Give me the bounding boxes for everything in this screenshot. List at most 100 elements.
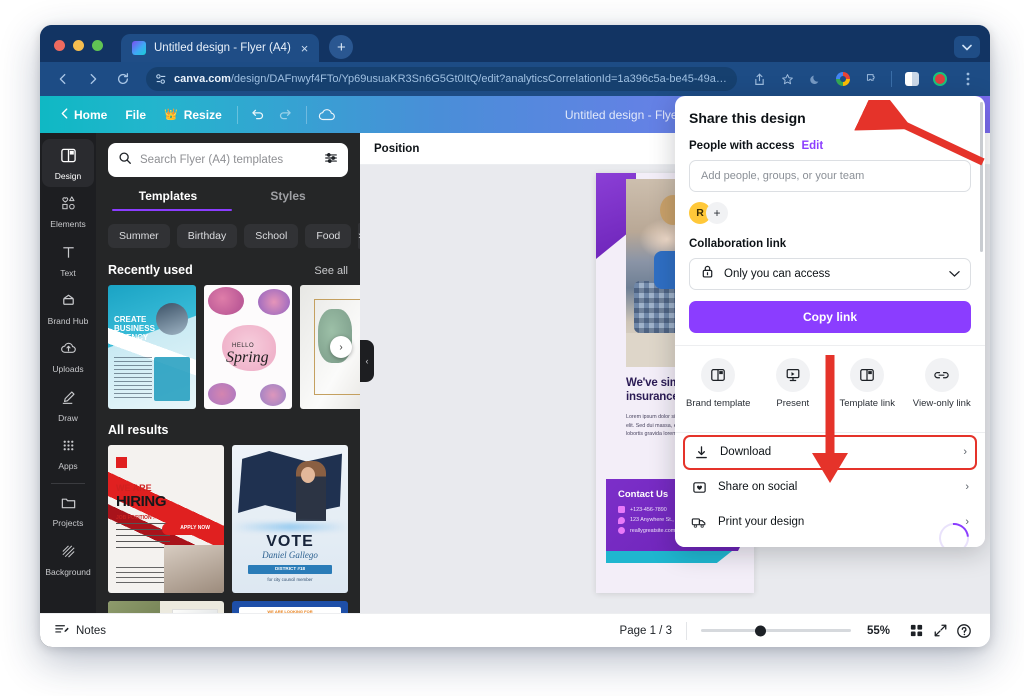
sidebar-item-uploads[interactable]: Uploads	[42, 332, 94, 380]
share-on-social-label: Share on social	[718, 481, 797, 493]
browser-tab-strip: Untitled design - Flyer (A4) × +	[40, 25, 990, 62]
screen-recorder-icon[interactable]	[928, 67, 952, 91]
brand-hub-icon	[60, 292, 77, 314]
fullscreen-icon[interactable]	[928, 619, 952, 643]
redo-icon[interactable]	[272, 102, 300, 128]
lock-icon	[700, 264, 715, 284]
access-level-select[interactable]: Only you can access	[689, 258, 971, 290]
people-with-access-header: People with access Edit	[689, 140, 971, 152]
home-button[interactable]: Home	[52, 103, 116, 127]
add-people-input[interactable]: Add people, groups, or your team	[689, 160, 971, 192]
location-pin-icon	[618, 517, 625, 524]
chip-school[interactable]: School	[244, 224, 298, 248]
browser-window: Untitled design - Flyer (A4) × +	[40, 25, 990, 647]
resize-label: Resize	[184, 108, 222, 122]
extension-moon-icon[interactable]	[803, 67, 827, 91]
site-settings-icon[interactable]	[155, 73, 167, 85]
maximize-window-button[interactable]	[92, 40, 103, 51]
forward-icon[interactable]	[80, 66, 106, 92]
quick-action-template-link[interactable]: Template link	[830, 358, 905, 410]
extension-chrome-icon[interactable]	[831, 67, 855, 91]
elements-icon	[60, 195, 77, 217]
chevron-down-icon[interactable]	[949, 265, 960, 283]
recently-used-header: Recently used See all	[108, 263, 348, 277]
templates-panel: Search Flyer (A4) templates Templates St…	[96, 133, 360, 647]
sidebar-item-apps[interactable]: Apps	[42, 429, 94, 477]
chip-summer[interactable]: Summer	[108, 224, 170, 248]
sidebar-item-brand-hub[interactable]: Brand Hub	[42, 284, 94, 332]
all-results-header: All results	[108, 423, 348, 437]
quick-action-label: View-only link	[913, 398, 971, 410]
search-input[interactable]: Search Flyer (A4) templates	[108, 143, 348, 177]
category-chips: Summer Birthday School Food ›	[108, 223, 348, 249]
file-menu-button[interactable]: File	[116, 103, 155, 127]
close-window-button[interactable]	[54, 40, 65, 51]
chip-birthday[interactable]: Birthday	[177, 224, 238, 248]
canva-favicon-icon	[132, 41, 146, 55]
resize-button[interactable]: 👑 Resize	[155, 103, 231, 127]
chevron-down-icon[interactable]	[954, 36, 980, 58]
notes-icon	[54, 622, 69, 640]
add-person-button[interactable]: +	[706, 202, 728, 224]
add-people-placeholder: Add people, groups, or your team	[701, 170, 864, 182]
quick-action-label: Template link	[840, 398, 895, 410]
url-domain: canva.com	[174, 73, 231, 85]
minimize-window-button[interactable]	[73, 40, 84, 51]
close-tab-icon[interactable]: ×	[299, 42, 311, 55]
download-row[interactable]: Download ›	[683, 435, 977, 470]
browser-menu-icon[interactable]	[956, 67, 980, 91]
undo-icon[interactable]	[244, 102, 272, 128]
quick-action-brand-template[interactable]: Brand template	[681, 358, 756, 410]
template-card-vote-daniel-gallego[interactable]: VOTE Daniel Gallego DISTRICT #18 for cit…	[232, 445, 348, 593]
new-tab-button[interactable]: +	[329, 35, 353, 59]
share-panel-title: Share this design	[689, 110, 971, 126]
sidebar-item-design[interactable]: Design	[42, 139, 94, 187]
template-card-we-are-hiring[interactable]: WE ARE HIRING JOB POSITION : APPLY NOW	[108, 445, 224, 593]
tab-templates[interactable]: Templates	[108, 189, 228, 211]
extensions-puzzle-icon[interactable]	[859, 67, 883, 91]
collapse-panel-handle[interactable]: ‹	[360, 340, 374, 382]
sidebar-label: Apps	[58, 462, 77, 471]
search-placeholder: Search Flyer (A4) templates	[140, 154, 316, 166]
template-thumb-hello-spring[interactable]: HELLO Spring	[204, 285, 292, 409]
notes-button[interactable]: Notes	[54, 622, 106, 640]
help-icon[interactable]	[952, 619, 976, 643]
present-icon	[776, 358, 810, 392]
chevron-left-icon	[61, 108, 68, 122]
sidebar-label: Uploads	[52, 365, 83, 374]
zoom-slider[interactable]	[701, 629, 851, 632]
back-icon[interactable]	[50, 66, 76, 92]
quick-action-view-only-link[interactable]: View-only link	[905, 358, 980, 410]
quick-action-present[interactable]: Present	[756, 358, 831, 410]
chip-food[interactable]: Food	[305, 224, 351, 248]
reading-pane-icon[interactable]	[900, 67, 924, 91]
address-bar[interactable]: canva.com/design/DAFnwyf4FTo/Yp69usuaKR3…	[146, 67, 737, 91]
template-thumb-create-business-agency[interactable]: CREATEBUSINESSAGENCY	[108, 285, 196, 409]
share-on-social-row[interactable]: Share on social ›	[683, 470, 977, 505]
zoom-value[interactable]: 55%	[867, 625, 890, 637]
sidebar-item-background[interactable]: Background	[42, 535, 94, 583]
see-all-link[interactable]: See all	[314, 265, 348, 277]
quick-action-label: Present	[776, 398, 809, 410]
thumbs-next-button[interactable]: ›	[330, 336, 352, 358]
browser-tab[interactable]: Untitled design - Flyer (A4) ×	[121, 34, 319, 62]
bookmark-star-icon[interactable]	[775, 67, 799, 91]
filter-icon[interactable]	[324, 151, 338, 170]
cloud-saved-icon[interactable]	[313, 102, 341, 128]
sidebar-item-projects[interactable]: Projects	[42, 486, 94, 534]
sidebar-item-elements[interactable]: Elements	[42, 187, 94, 235]
share-panel-scrollbar[interactable]	[980, 102, 983, 252]
copy-link-button[interactable]: Copy link	[689, 301, 971, 333]
tab-styles[interactable]: Styles	[228, 189, 348, 211]
grid-view-icon[interactable]	[904, 619, 928, 643]
sidebar-item-text[interactable]: Text	[42, 236, 94, 284]
view-only-link-icon	[925, 358, 959, 392]
toolbar-divider	[306, 106, 307, 124]
edit-access-link[interactable]: Edit	[801, 140, 823, 152]
position-button[interactable]: Position	[374, 143, 419, 155]
reload-icon[interactable]	[110, 66, 136, 92]
sidebar-item-draw[interactable]: Draw	[42, 381, 94, 429]
zoom-slider-knob[interactable]	[755, 625, 766, 636]
browser-url-bar: canva.com/design/DAFnwyf4FTo/Yp69usuaKR3…	[40, 62, 990, 96]
share-page-icon[interactable]	[747, 67, 771, 91]
